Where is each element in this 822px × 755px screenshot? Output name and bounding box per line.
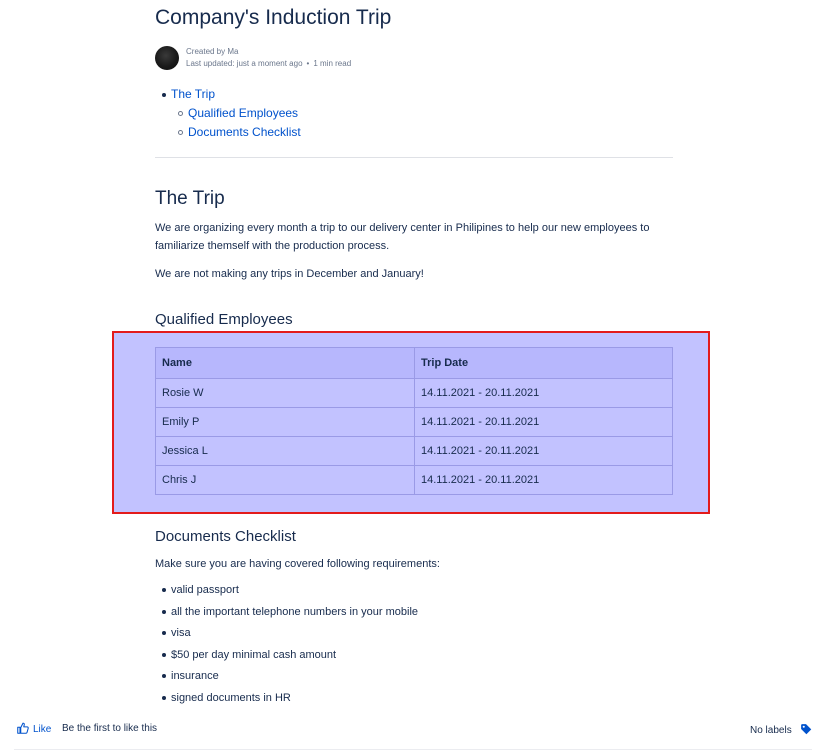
documents-intro: Make sure you are having covered followi… [155, 558, 440, 570]
column-header-trip-date: Trip Date [414, 347, 673, 379]
cell-name: Chris J [155, 465, 415, 495]
tag-icon[interactable] [800, 723, 812, 738]
table-row: Rosie W 14.11.2021 - 20.11.2021 [155, 378, 673, 408]
table-row: Jessica L 14.11.2021 - 20.11.2021 [155, 436, 673, 466]
cell-trip-date: 14.11.2021 - 20.11.2021 [414, 436, 673, 466]
byline-text: Created by Ma Last updated: just a momen… [186, 46, 351, 70]
table-row: Emily P 14.11.2021 - 20.11.2021 [155, 407, 673, 437]
trip-paragraph-1: We are organizing every month a trip to … [155, 222, 650, 252]
cell-trip-date: 14.11.2021 - 20.11.2021 [414, 378, 673, 408]
table-header-row: Name Trip Date [155, 347, 673, 379]
list-item: valid passport [155, 580, 418, 602]
toc-link-qualified-employees[interactable]: Qualified Employees [188, 106, 298, 120]
cell-trip-date: 14.11.2021 - 20.11.2021 [414, 407, 673, 437]
toc-link-documents-checklist[interactable]: Documents Checklist [188, 125, 301, 139]
table-row: Chris J 14.11.2021 - 20.11.2021 [155, 465, 673, 495]
labels-text: No labels [750, 725, 792, 736]
thumbs-up-icon [17, 722, 33, 737]
byline-separator: • [306, 59, 310, 68]
page-footer: Like Be the first to like this No labels [0, 718, 822, 742]
list-item: insurance [155, 666, 418, 688]
toc-item-the-trip: The Trip [155, 85, 301, 104]
page-title: Company's Induction Trip [155, 6, 392, 29]
heading-qualified-employees: Qualified Employees [155, 311, 293, 328]
list-item: all the important telephone numbers in y… [155, 602, 418, 624]
cell-trip-date: 14.11.2021 - 20.11.2021 [414, 465, 673, 495]
read-time: 1 min read [313, 59, 352, 68]
table-of-contents: The Trip Qualified Employees Documents C… [155, 85, 301, 142]
list-item: signed documents in HR [155, 688, 418, 710]
employees-table: Name Trip Date Rosie W 14.11.2021 - 20.1… [155, 347, 673, 495]
list-item: $50 per day minimal cash amount [155, 645, 418, 667]
requirements-list: valid passport all the important telepho… [155, 580, 418, 710]
like-label: Like [33, 724, 52, 735]
list-item: visa [155, 623, 418, 645]
trip-paragraph-2: We are not making any trips in December … [155, 268, 424, 280]
toc-item-documents-checklist: Documents Checklist [155, 123, 301, 142]
cell-name: Rosie W [155, 378, 415, 408]
like-button[interactable]: Like [17, 722, 51, 737]
author-avatar[interactable] [155, 46, 179, 70]
toc-item-qualified-employees: Qualified Employees [155, 104, 301, 123]
cell-name: Emily P [155, 407, 415, 437]
footer-divider [14, 749, 812, 750]
column-header-name: Name [155, 347, 415, 379]
page-byline: Created by Ma Last updated: just a momen… [155, 45, 351, 71]
heading-the-trip: The Trip [155, 188, 225, 209]
last-updated[interactable]: Last updated: just a moment ago [186, 59, 303, 68]
horizontal-divider [155, 157, 673, 158]
heading-documents-checklist: Documents Checklist [155, 528, 296, 545]
toc-link-the-trip[interactable]: The Trip [171, 87, 215, 101]
created-by[interactable]: Created by Ma [186, 46, 351, 58]
labels-area: No labels [750, 723, 812, 738]
like-hint: Be the first to like this [62, 723, 158, 734]
cell-name: Jessica L [155, 436, 415, 466]
